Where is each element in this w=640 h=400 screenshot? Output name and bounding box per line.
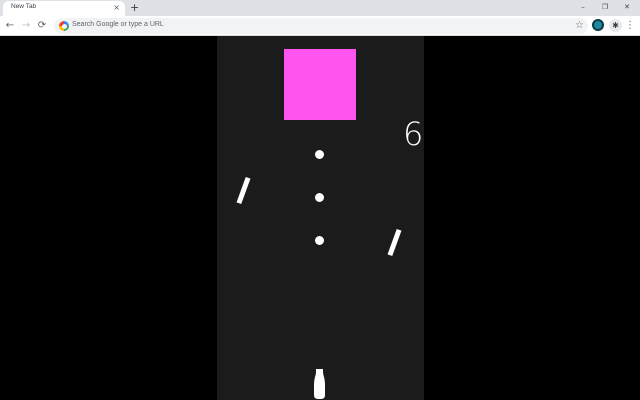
target-square bbox=[284, 49, 356, 120]
back-icon[interactable]: ← bbox=[4, 20, 16, 32]
launcher-cannon bbox=[314, 369, 325, 399]
bookmark-star-icon[interactable]: ☆ bbox=[575, 19, 584, 33]
extensions-icon[interactable]: ✱ bbox=[609, 19, 622, 32]
ball-dot bbox=[315, 193, 324, 202]
minimize-button[interactable]: – bbox=[572, 1, 594, 13]
score-counter: 6 bbox=[403, 115, 424, 153]
address-bar[interactable]: Search Google or type a URL ☆ bbox=[54, 18, 588, 34]
ball-dot bbox=[315, 236, 324, 245]
obstacle-bar-left bbox=[236, 176, 251, 205]
tab-close-icon[interactable]: × bbox=[113, 3, 120, 13]
profile-avatar[interactable] bbox=[592, 19, 604, 31]
tab-title: New Tab bbox=[11, 3, 37, 10]
reload-icon[interactable]: ⟳ bbox=[36, 20, 48, 32]
address-placeholder: Search Google or type a URL bbox=[72, 21, 164, 28]
forward-icon[interactable]: → bbox=[20, 20, 32, 32]
close-window-button[interactable]: ✕ bbox=[616, 1, 638, 13]
tab-strip: New Tab × + – ❐ ✕ bbox=[0, 0, 640, 16]
menu-icon[interactable]: ⋮ bbox=[625, 19, 635, 32]
new-tab-button[interactable]: + bbox=[130, 1, 139, 14]
restore-button[interactable]: ❐ bbox=[594, 1, 616, 13]
ball-dot bbox=[315, 150, 324, 159]
obstacle-bar-right bbox=[387, 228, 402, 257]
game-playfield[interactable]: 6 bbox=[217, 36, 424, 400]
page-viewport: 6 bbox=[0, 36, 640, 400]
browser-toolbar: ← → ⟳ Search Google or type a URL ☆ ✱ ⋮ bbox=[0, 16, 640, 36]
google-icon bbox=[59, 21, 69, 31]
tab-new-tab[interactable]: New Tab × bbox=[3, 1, 125, 16]
